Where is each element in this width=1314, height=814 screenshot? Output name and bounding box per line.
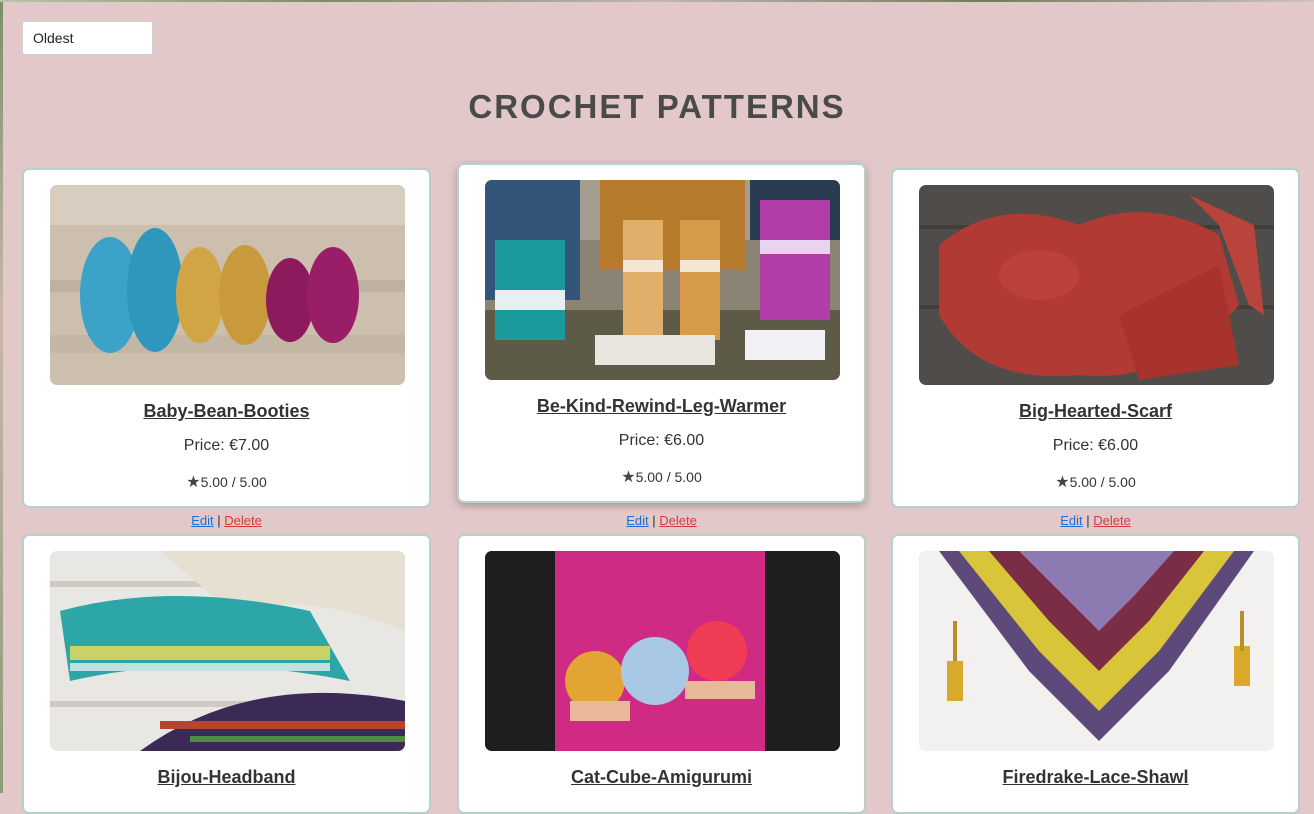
product-card: Cat-Cube-Amigurumi bbox=[457, 534, 866, 814]
product-image[interactable] bbox=[485, 551, 840, 751]
separator: | bbox=[652, 513, 656, 528]
product-title-link[interactable]: Big-Hearted-Scarf bbox=[893, 401, 1298, 422]
product-title-link[interactable]: Be-Kind-Rewind-Leg-Warmer bbox=[459, 396, 864, 417]
product-actions: Edit | Delete bbox=[891, 513, 1300, 528]
product-rating: ★5.00 / 5.00 bbox=[893, 472, 1298, 492]
product-price: Price: €6.00 bbox=[1052, 437, 1139, 454]
edit-link[interactable]: Edit bbox=[191, 513, 213, 528]
sort-select[interactable]: Oldest bbox=[22, 21, 153, 55]
product-title-link[interactable]: Cat-Cube-Amigurumi bbox=[459, 767, 864, 788]
product-card: Baby-Bean-Booties Price: €7.00 ★5.00 / 5… bbox=[22, 168, 431, 508]
delete-link[interactable]: Delete bbox=[224, 513, 262, 528]
separator: | bbox=[1086, 513, 1090, 528]
product-image[interactable] bbox=[919, 185, 1274, 385]
product-image[interactable] bbox=[485, 180, 840, 380]
product-card: Firedrake-Lace-Shawl bbox=[891, 534, 1300, 814]
star-icon: ★ bbox=[621, 469, 636, 486]
separator: | bbox=[217, 513, 221, 528]
background-photo-edge-top bbox=[0, 0, 1314, 2]
product-rating: ★5.00 / 5.00 bbox=[24, 472, 429, 492]
product-rating: ★5.00 / 5.00 bbox=[459, 467, 864, 487]
product-title-link[interactable]: Baby-Bean-Booties bbox=[24, 401, 429, 422]
product-title-link[interactable]: Bijou-Headband bbox=[24, 767, 429, 788]
product-title-link[interactable]: Firedrake-Lace-Shawl bbox=[893, 767, 1298, 788]
product-price: Price: €7.00 bbox=[183, 437, 270, 454]
product-image[interactable] bbox=[50, 551, 405, 751]
product-card: Bijou-Headband bbox=[22, 534, 431, 814]
delete-link[interactable]: Delete bbox=[1093, 513, 1131, 528]
product-image[interactable] bbox=[50, 185, 405, 385]
rating-value: 5.00 / 5.00 bbox=[635, 469, 702, 485]
star-icon: ★ bbox=[1055, 474, 1070, 491]
product-actions: Edit | Delete bbox=[22, 513, 431, 528]
product-card: Big-Hearted-Scarf Price: €6.00 ★5.00 / 5… bbox=[891, 168, 1300, 508]
star-icon: ★ bbox=[186, 474, 201, 491]
product-image[interactable] bbox=[919, 551, 1274, 751]
page-title: CROCHET PATTERNS bbox=[468, 88, 846, 125]
rating-value: 5.00 / 5.00 bbox=[1069, 474, 1136, 490]
edit-link[interactable]: Edit bbox=[626, 513, 648, 528]
delete-link[interactable]: Delete bbox=[659, 513, 697, 528]
product-card: Be-Kind-Rewind-Leg-Warmer Price: €6.00 ★… bbox=[457, 163, 866, 503]
edit-link[interactable]: Edit bbox=[1060, 513, 1082, 528]
rating-value: 5.00 / 5.00 bbox=[200, 474, 267, 490]
product-price: Price: €6.00 bbox=[618, 432, 705, 449]
product-actions: Edit | Delete bbox=[457, 513, 866, 528]
